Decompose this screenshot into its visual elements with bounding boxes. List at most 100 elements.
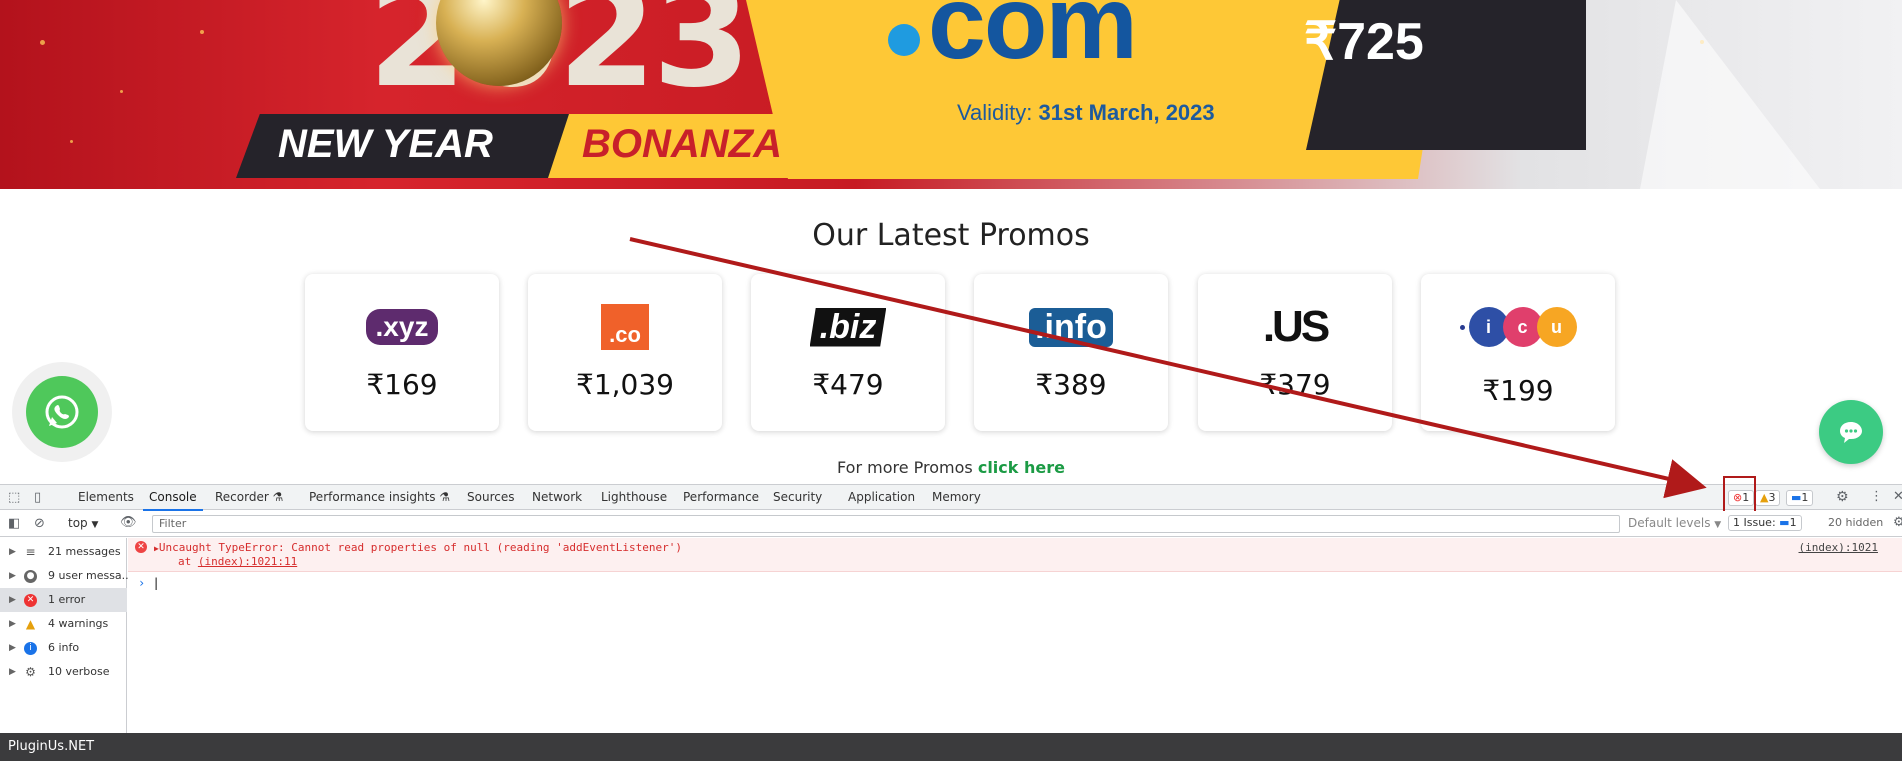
tab-sources[interactable]: Sources [467, 490, 514, 504]
banner-price: ₹725 [1304, 13, 1424, 71]
console-error-message[interactable]: ✕ ▶Uncaught TypeError: Cannot read prope… [128, 538, 1902, 572]
sidebar-item-info[interactable]: ▶ i 6 info [0, 636, 127, 660]
sparkle [120, 90, 123, 93]
console-filter-input[interactable]: Filter [152, 515, 1620, 533]
info-logo-text: .info [1029, 307, 1113, 347]
sparkle [40, 40, 45, 45]
text-cursor: | [152, 576, 160, 590]
more-promos-text: For more Promos [837, 458, 973, 477]
whatsapp-button[interactable] [12, 362, 112, 462]
issue-count-badge[interactable]: ▬1 [1786, 490, 1814, 506]
console-prompt[interactable]: › | [138, 576, 160, 590]
devtools-tabbar: ⬚ ▯ Elements Console Recorder ⚗ Performa… [0, 484, 1902, 511]
tab-recorder[interactable]: Recorder ⚗ [215, 490, 283, 504]
info-logo: .info [974, 304, 1168, 350]
xyz-logo-text: .xyz [365, 309, 439, 345]
expand-arrow-icon[interactable]: ▶ [9, 612, 16, 636]
flask-icon: ⚗ [272, 490, 284, 504]
error-message: Uncaught TypeError: Cannot read properti… [158, 541, 683, 554]
tab-elements[interactable]: Elements [78, 490, 134, 504]
error-text[interactable]: ▶Uncaught TypeError: Cannot read propert… [154, 541, 682, 554]
context-label: top [68, 516, 88, 530]
tab-memory[interactable]: Memory [932, 490, 981, 504]
co-logo: .co [528, 304, 722, 350]
sidebar-toggle-icon[interactable]: ◧ [8, 516, 20, 531]
us-logo: .US [1198, 302, 1392, 351]
more-options-icon[interactable]: ⋮ [1870, 489, 1883, 504]
warning-count-badge[interactable]: ▲3 [1755, 490, 1781, 506]
promo-card-us[interactable]: .US ₹379 [1198, 274, 1392, 431]
banner-decoration [1640, 0, 1820, 189]
tab-security[interactable]: Security [773, 490, 822, 504]
sidebar-item-label: 9 user messa... [48, 569, 133, 582]
chat-button[interactable] [1819, 400, 1883, 464]
issues-button[interactable]: 1 Issue: ▬1 [1728, 515, 1802, 531]
promo-price: ₹389 [1035, 368, 1107, 401]
promos-heading: Our Latest Promos [812, 218, 1090, 253]
promo-card-co[interactable]: .co ₹1,039 [528, 274, 722, 431]
hidden-count: 20 hidden [1828, 516, 1884, 529]
settings-gear-icon[interactable]: ⚙ [1836, 489, 1849, 505]
sparkle [70, 140, 73, 143]
sidebar-item-verbose[interactable]: ▶ ⚙ 10 verbose [0, 660, 127, 684]
promo-price: ₹199 [1482, 374, 1554, 407]
sidebar-item-label: 4 warnings [48, 617, 109, 630]
promo-banner[interactable]: 2023 NEW YEAR BONANZA com Validity: 31st… [0, 0, 1902, 189]
icu-dot [1459, 324, 1465, 330]
us-logo-text: .US [1262, 302, 1330, 351]
more-promos: For more Promos click here [0, 458, 1902, 477]
tab-performance-insights-label: Performance insights [309, 490, 436, 504]
icu-letter: u [1536, 307, 1577, 347]
issue-icon: ▬ [1791, 491, 1802, 504]
expand-arrow-icon[interactable]: ▶ [9, 564, 16, 588]
stack-link[interactable]: (index):1021:11 [198, 555, 297, 568]
clear-console-icon[interactable]: ⊘ [34, 516, 45, 531]
prompt-chevron-icon: › [138, 576, 146, 590]
sidebar-item-warnings[interactable]: ▶ ▲ 4 warnings [0, 612, 127, 636]
issue-count: 1 [1801, 491, 1809, 504]
promo-card-icu[interactable]: i c u ₹199 [1421, 274, 1615, 431]
context-selector[interactable]: top ▼ [68, 516, 98, 530]
info-icon: i [24, 642, 37, 655]
tab-performance[interactable]: Performance [683, 490, 759, 504]
tab-network[interactable]: Network [532, 490, 582, 504]
filter-placeholder: Filter [159, 517, 187, 530]
sidebar-item-user-messages[interactable]: ▶ ● 9 user messa... [0, 564, 132, 588]
expand-arrow-icon[interactable]: ▶ [9, 636, 16, 660]
banner-tag-right: BONANZA [582, 122, 782, 166]
tab-console[interactable]: Console [143, 490, 203, 511]
sparkle [200, 30, 204, 34]
expand-arrow-icon[interactable]: ▶ [9, 588, 16, 612]
error-stack: at (index):1021:11 [178, 555, 297, 568]
flask-icon: ⚗ [439, 490, 451, 504]
tab-application[interactable]: Application [848, 490, 915, 504]
console-sidebar: ▶ ≡ 21 messages ▶ ● 9 user messa... ▶ ✕ … [0, 538, 132, 733]
warning-icon: ▲ [25, 617, 36, 631]
sidebar-item-label: 10 verbose [48, 665, 110, 678]
live-expression-eye-icon[interactable]: 👁 [120, 515, 137, 530]
promo-card-info[interactable]: .info ₹389 [974, 274, 1168, 431]
console-settings-gear-icon[interactable]: ⚙ [1893, 515, 1902, 530]
inspect-element-icon[interactable]: ⬚ [8, 490, 20, 505]
error-source-link[interactable]: (index):1021 [1799, 541, 1878, 554]
console-toolbar: ◧ ⊘ top ▼ 👁 Filter Default levels ▼ 1 Is… [0, 511, 1902, 537]
promo-card-xyz[interactable]: .xyz ₹169 [305, 274, 499, 431]
banner-tag-left: NEW YEAR [278, 122, 493, 166]
log-levels-dropdown[interactable]: Default levels ▼ [1628, 516, 1721, 530]
promo-card-biz[interactable]: .biz ₹479 [751, 274, 945, 431]
console-output[interactable]: ✕ ▶Uncaught TypeError: Cannot read prope… [128, 538, 1902, 733]
sidebar-item-errors[interactable]: ▶ ✕ 1 error [0, 588, 127, 612]
user-icon: ● [24, 570, 37, 583]
warning-count: 3 [1768, 491, 1776, 504]
stack-at: at [178, 555, 192, 568]
close-devtools-icon[interactable]: ✕ [1893, 489, 1902, 504]
expand-arrow-icon[interactable]: ▶ [9, 540, 16, 564]
click-here-link[interactable]: click here [978, 458, 1065, 477]
tab-performance-insights[interactable]: Performance insights ⚗ [309, 490, 450, 504]
expand-arrow-icon[interactable]: ▶ [9, 660, 16, 684]
device-toolbar-icon[interactable]: ▯ [34, 490, 41, 505]
gear-icon: ⚙ [25, 665, 36, 679]
sidebar-item-messages[interactable]: ▶ ≡ 21 messages [0, 540, 127, 564]
watermark-bar: PluginUs.NET [0, 733, 1902, 761]
tab-lighthouse[interactable]: Lighthouse [601, 490, 667, 504]
